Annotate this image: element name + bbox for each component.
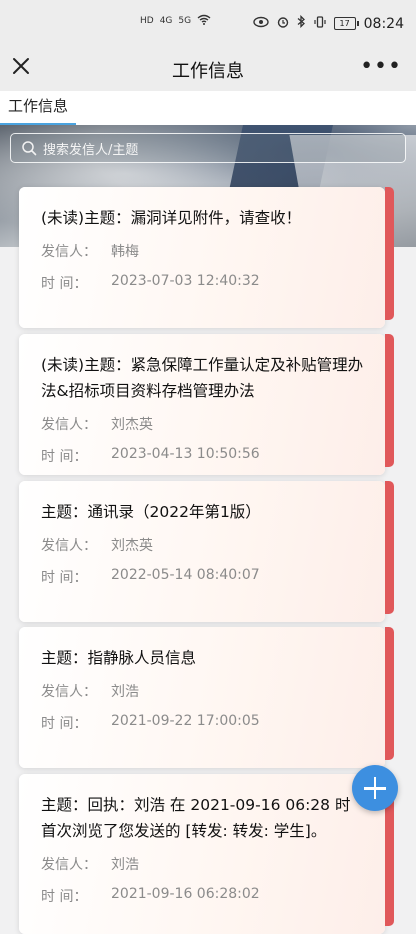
list-item[interactable]: 主题：通讯录（2022年第1版） 发信人： 刘杰英 时 间： 2022-05-14 … (19, 481, 394, 622)
status-bar: HD 4G 5G 17 08:24 (0, 0, 416, 46)
battery-icon: 17 (333, 17, 359, 30)
nav-bar: 工作信息 ••• (0, 46, 416, 91)
message-subject: 主题：通讯录（2022年第1版） (41, 503, 261, 521)
message-sender: 刘杰英 (111, 538, 153, 554)
message-subject: (未读)主题：紧急保障工作量认定及补贴管理办法&招标项目资料存档管理办法 (41, 356, 364, 400)
sender-label: 发信人： (41, 538, 97, 554)
message-time: 2021-09-22 17:00:05 (111, 713, 260, 729)
hd-icon: HD (140, 16, 154, 26)
signal-4g-icon: 4G (159, 16, 173, 26)
time-label: 时 间： (41, 276, 88, 292)
message-time: 2022-05-14 08:40:07 (111, 567, 260, 583)
vibrate-icon (314, 15, 326, 32)
list-item[interactable]: 主题：指静脉人员信息 发信人： 刘浩 时 间： 2021-09-22 17:00:0… (19, 627, 394, 768)
message-subject: (未读)主题：漏洞详见附件，请查收！ (41, 209, 302, 227)
sender-label: 发信人： (41, 857, 97, 873)
sender-label: 发信人： (41, 244, 97, 260)
time-label: 时 间： (41, 889, 88, 905)
alarm-icon (277, 16, 289, 32)
tab-work-info[interactable]: 工作信息 (0, 95, 77, 125)
more-menu-icon[interactable]: ••• (360, 54, 402, 79)
list-item[interactable]: (未读)主题：漏洞详见附件，请查收！ 发信人： 韩梅 时 间： 2023-07-03… (19, 187, 394, 328)
message-sender: 刘杰英 (111, 417, 153, 433)
time-label: 时 间： (41, 449, 88, 465)
add-button[interactable] (352, 765, 398, 811)
search-icon (21, 140, 37, 156)
message-sender: 刘浩 (111, 857, 139, 873)
sender-label: 发信人： (41, 417, 97, 433)
search-placeholder: 搜索发信人/主题 (43, 142, 139, 158)
signal-5g-icon: 5G (178, 16, 192, 26)
message-time: 2023-04-13 10:50:56 (111, 446, 260, 462)
message-time: 2023-07-03 12:40:32 (111, 273, 260, 289)
message-time: 2021-09-16 06:28:02 (111, 886, 260, 902)
wifi-icon (197, 14, 211, 28)
time-label: 时 间： (41, 716, 88, 732)
time-label: 时 间： (41, 570, 88, 586)
list-item[interactable]: 主题：回执：刘浩 在 2021-09-16 06:28 时首次浏览了您发送的 [… (19, 774, 394, 934)
message-subject: 主题：回执：刘浩 在 2021-09-16 06:28 时首次浏览了您发送的 [… (41, 796, 351, 840)
message-sender: 韩梅 (111, 244, 139, 260)
search-input[interactable]: 搜索发信人/主题 (10, 133, 406, 163)
message-subject: 主题：指静脉人员信息 (41, 649, 197, 667)
clock: 08:24 (363, 15, 404, 32)
page-title: 工作信息 (172, 61, 244, 82)
bluetooth-icon (297, 14, 306, 32)
eye-icon (252, 16, 269, 32)
network-indicators: HD 4G 5G (140, 14, 211, 28)
tab-bar: 工作信息 (0, 91, 416, 125)
message-sender: 刘浩 (111, 684, 139, 700)
list-item[interactable]: (未读)主题：紧急保障工作量认定及补贴管理办法&招标项目资料存档管理办法 发信人… (19, 334, 394, 475)
sender-label: 发信人： (41, 684, 97, 700)
